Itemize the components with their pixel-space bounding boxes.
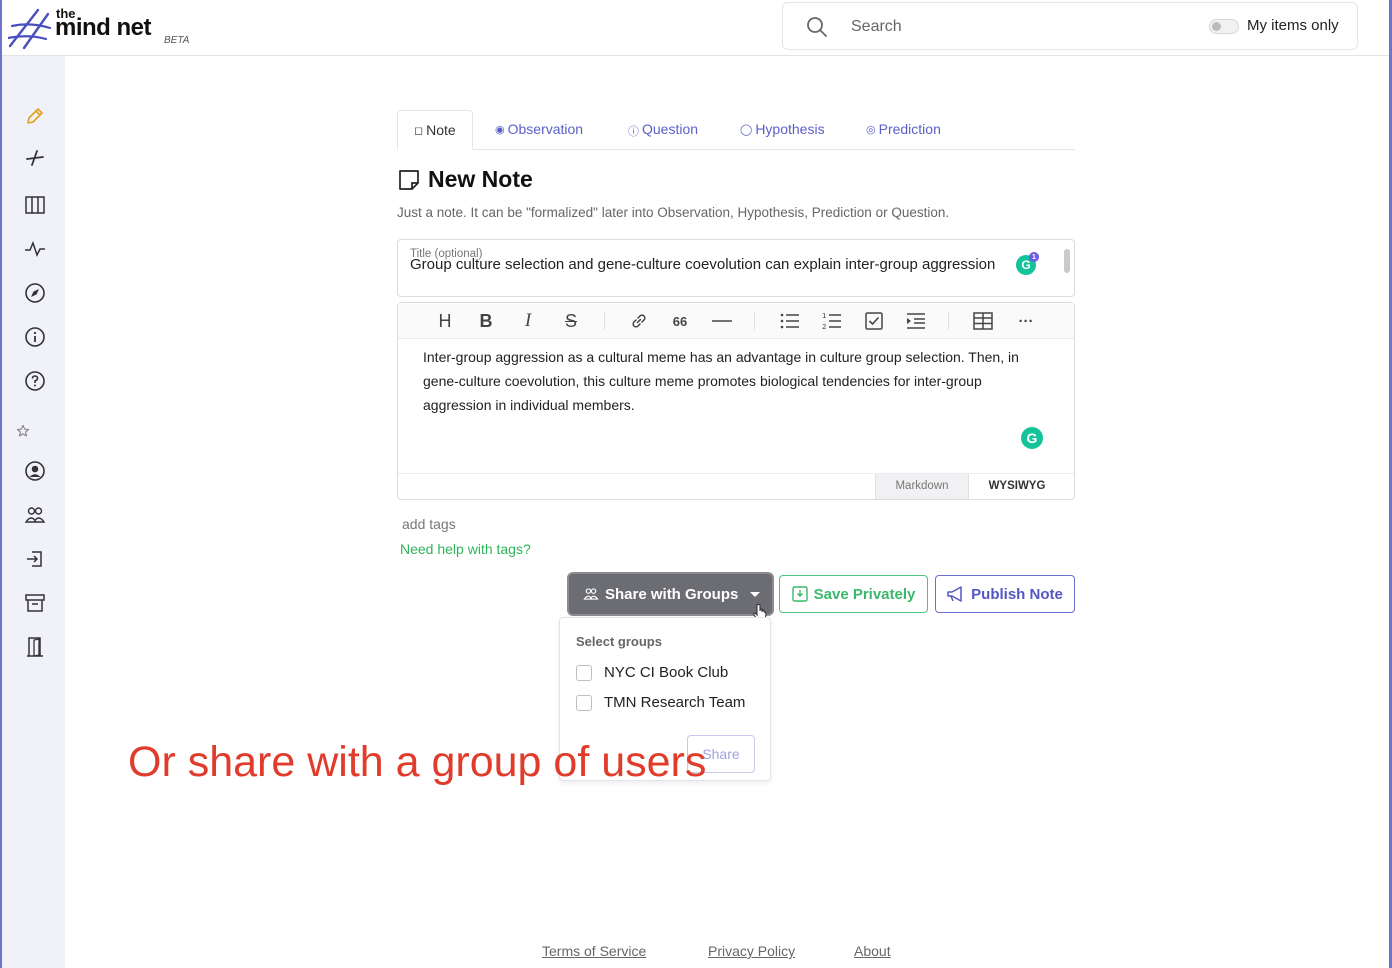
editor-toolbar: H B I S 66 12 ···	[398, 303, 1074, 339]
grammarly-badge: 1	[1029, 252, 1039, 262]
top-bar: the mind net BETA Search My items only	[0, 0, 1392, 56]
bullet-list-icon[interactable]	[777, 309, 803, 333]
bulb-icon: ◯	[740, 124, 753, 136]
quote-button[interactable]: 66	[667, 309, 693, 333]
dropdown-heading: Select groups	[576, 634, 662, 649]
note-icon	[399, 169, 419, 190]
publish-note-button[interactable]: Publish Note	[935, 575, 1075, 613]
group-checkbox[interactable]	[576, 664, 592, 681]
search-input[interactable]: Search	[851, 18, 902, 36]
grammarly-letter: G	[1026, 430, 1038, 446]
editor-mode-bar: Markdown WYSIWYG	[398, 473, 1074, 499]
login-icon[interactable]	[22, 546, 48, 572]
users-icon[interactable]	[22, 502, 48, 528]
terms-link[interactable]: Terms of Service	[542, 943, 646, 959]
logo[interactable]: the mind net BETA	[8, 4, 208, 52]
archive-icon[interactable]	[22, 590, 48, 616]
bold-button[interactable]: B	[473, 309, 499, 333]
group-option[interactable]: NYC CI Book Club	[576, 664, 728, 681]
page-title: New Note	[428, 166, 533, 192]
page-subtitle: Just a note. It can be "formalized" late…	[397, 205, 950, 220]
numbered-list-icon[interactable]: 12	[819, 309, 845, 333]
tab-hypothesis-label: Hypothesis	[755, 121, 825, 137]
map-icon[interactable]	[22, 192, 48, 218]
note-icon: ◻	[414, 125, 424, 137]
tab-question-label: Question	[642, 121, 699, 137]
about-link[interactable]: About	[854, 943, 891, 959]
search-icon	[807, 17, 827, 37]
body-text[interactable]: Inter-group aggression as a cultural mem…	[423, 345, 1043, 417]
pencil-icon[interactable]	[22, 103, 48, 129]
my-items-toggle[interactable]	[1209, 19, 1239, 34]
megaphone-icon	[947, 586, 962, 602]
sparkle-icon[interactable]	[22, 145, 48, 171]
help-icon[interactable]	[22, 368, 48, 394]
group-option-label: TMN Research Team	[604, 694, 746, 711]
privacy-link[interactable]: Privacy Policy	[708, 943, 795, 959]
users-icon	[583, 588, 599, 600]
search-bar[interactable]: Search My items only	[782, 2, 1358, 50]
tab-prediction-label: Prediction	[878, 121, 941, 137]
info-icon[interactable]	[22, 324, 48, 350]
toolbar-divider	[604, 312, 605, 330]
group-option[interactable]: TMN Research Team	[576, 694, 745, 711]
save-privately-button[interactable]: Save Privately	[779, 575, 928, 613]
tags-input[interactable]: add tags	[402, 516, 456, 532]
my-items-label: My items only	[1247, 17, 1339, 34]
more-options-button[interactable]: ···	[1013, 309, 1039, 333]
save-privately-label: Save Privately	[813, 585, 916, 603]
tab-observation-label: Observation	[507, 121, 584, 137]
activity-icon[interactable]	[22, 236, 48, 262]
save-icon	[791, 586, 808, 602]
wysiwyg-mode-tab[interactable]: WYSIWYG	[969, 474, 1065, 499]
title-input[interactable]: Group culture selection and gene-culture…	[410, 255, 1010, 275]
share-with-groups-button[interactable]: Share with Groups	[569, 574, 772, 614]
door-icon[interactable]	[22, 634, 48, 660]
indent-icon[interactable]	[903, 309, 929, 333]
logo-mark-icon	[8, 8, 52, 50]
publish-note-label: Publish Note	[971, 585, 1063, 603]
horizontal-rule-icon[interactable]	[709, 309, 735, 333]
form-heading: New Note	[398, 166, 533, 193]
question-icon: ⓘ	[628, 126, 639, 138]
link-icon[interactable]	[626, 309, 652, 333]
eye-icon: ◉	[495, 124, 505, 136]
toolbar-divider	[754, 312, 755, 330]
tab-hypothesis[interactable]: ◯ Hypothesis	[740, 110, 825, 150]
strikethrough-button[interactable]: S	[558, 309, 584, 333]
italic-button[interactable]: I	[515, 309, 541, 333]
title-field[interactable]: Title (optional) Group culture selection…	[397, 239, 1075, 297]
table-icon[interactable]	[970, 309, 996, 333]
grammarly-icon[interactable]: G	[1021, 427, 1043, 449]
svg-text:1: 1	[822, 312, 826, 320]
tags-help-link[interactable]: Need help with tags?	[400, 541, 531, 557]
markdown-mode-tab[interactable]: Markdown	[875, 474, 969, 499]
note-type-tabs: ◻ Note ◉ Observation ⓘ Question ◯ Hypoth…	[397, 110, 1075, 150]
group-checkbox[interactable]	[576, 694, 592, 711]
svg-text:2: 2	[822, 323, 826, 331]
star-icon[interactable]	[13, 421, 33, 441]
toggle-knob	[1212, 22, 1221, 31]
compass-icon[interactable]	[22, 280, 48, 306]
toolbar-divider	[948, 312, 949, 330]
grammarly-icon[interactable]: G 1	[1016, 252, 1039, 275]
heading-button[interactable]: H	[432, 309, 458, 333]
group-option-label: NYC CI Book Club	[604, 664, 729, 681]
title-scrollbar[interactable]	[1064, 249, 1070, 273]
target-icon: ◎	[866, 124, 876, 136]
logo-name: mind net	[55, 14, 152, 41]
tab-note[interactable]: ◻ Note	[397, 110, 473, 150]
caret-down-icon	[750, 591, 761, 597]
tab-note-label: Note	[426, 122, 456, 138]
sidebar	[2, 56, 65, 968]
tutorial-caption: Or share with a group of users	[128, 738, 707, 786]
body-editor: H B I S 66 12 ··· Inter-group aggression…	[397, 302, 1075, 500]
tab-question[interactable]: ⓘ Question	[628, 110, 698, 150]
tab-prediction[interactable]: ◎ Prediction	[866, 110, 941, 150]
tab-observation[interactable]: ◉ Observation	[495, 110, 583, 150]
share-with-groups-label: Share with Groups	[605, 585, 739, 603]
checkbox-icon[interactable]	[861, 309, 887, 333]
user-circle-icon[interactable]	[22, 458, 48, 484]
beta-badge: BETA	[164, 35, 190, 46]
